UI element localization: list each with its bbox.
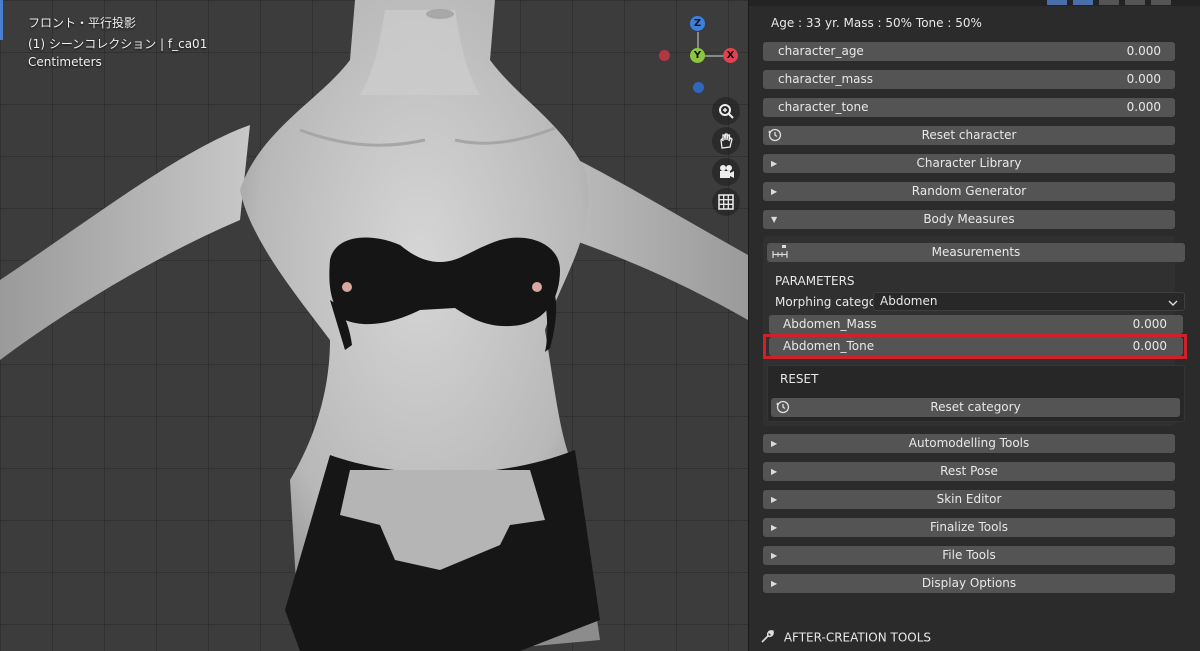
section-file-tools[interactable]: ▶ File Tools [763,546,1175,565]
header-tab[interactable] [1099,0,1119,5]
character-model [0,0,748,651]
wrench-icon [761,630,774,646]
button-label: Reset category [930,400,1021,414]
header-tab[interactable] [1047,0,1067,5]
character-mass-slider[interactable]: character_mass 0.000 [763,70,1175,89]
header-tab[interactable] [1073,0,1093,5]
section-finalize-tools[interactable]: ▶ Finalize Tools [763,518,1175,537]
reset-heading: RESET [780,372,819,386]
after-creation-tools-header[interactable]: AFTER-CREATION TOOLS [761,630,931,646]
button-label: Measurements [931,245,1021,259]
slider-value: 0.000 [1132,339,1167,353]
section-label: Rest Pose [940,464,998,478]
morph-category-label: Morphing categor.. [775,295,888,309]
section-label: Skin Editor [936,492,1002,506]
axis-x-icon[interactable]: X [723,48,738,63]
axis-y-icon[interactable]: Y [690,48,705,63]
abdomen-tone-slider[interactable]: Abdomen_Tone 0.000 [769,337,1183,356]
expand-arrow-icon: ▶ [771,439,778,448]
reset-icon [768,128,782,148]
expand-arrow-icon: ▶ [771,523,778,532]
header-tab[interactable] [1125,0,1145,5]
expand-arrow-icon: ▶ [771,467,778,476]
expand-arrow-icon: ▶ [771,579,778,588]
section-label: AFTER-CREATION TOOLS [783,630,932,645]
section-automodelling-tools[interactable]: ▶ Automodelling Tools [763,434,1175,453]
expand-arrow-icon: ▶ [771,187,778,196]
slider-value: 0.000 [1132,317,1167,331]
expand-arrow-icon: ▶ [771,159,778,168]
section-random-generator[interactable]: ▶ Random Generator [763,182,1175,201]
section-label: Body Measures [923,212,1015,226]
expand-arrow-icon: ▶ [771,495,778,504]
slider-label: character_age [778,44,864,58]
section-character-library[interactable]: ▶ Character Library [763,154,1175,173]
section-label: Automodelling Tools [908,436,1030,450]
camera-icon[interactable] [712,158,740,186]
axis-neg-z-icon[interactable] [693,82,704,93]
header-strip [749,0,1200,6]
section-label: Finalize Tools [929,520,1009,534]
section-label: Display Options [921,576,1017,590]
navigation-gizmo[interactable]: Z Y X [655,14,745,104]
slider-value: 0.000 [1126,100,1161,114]
slider-label: character_mass [778,72,874,86]
select-value: Abdomen [880,294,938,308]
axis-z-icon[interactable]: Z [690,16,705,31]
section-skin-editor[interactable]: ▶ Skin Editor [763,490,1175,509]
slider-label: character_tone [778,100,869,114]
button-label: Reset character [921,128,1017,142]
axis-neg-x-icon[interactable] [659,50,670,61]
reset-icon [776,400,790,420]
abdomen-mass-slider[interactable]: Abdomen_Mass 0.000 [769,315,1183,334]
measurements-button[interactable]: Measurements [767,243,1185,262]
measure-icon [772,245,788,265]
morph-category-select[interactable]: Abdomen [873,292,1185,311]
grid-icon[interactable] [712,188,740,216]
section-display-options[interactable]: ▶ Display Options [763,574,1175,593]
character-info: Age : 33 yr. Mass : 50% Tone : 50% [771,16,982,30]
section-label: File Tools [942,548,996,562]
zoom-icon[interactable] [712,97,740,125]
reset-character-button[interactable]: Reset character [763,126,1175,145]
section-label: Random Generator [911,184,1027,198]
character-tone-slider[interactable]: character_tone 0.000 [763,98,1175,117]
hand-icon[interactable] [712,127,740,155]
slider-value: 0.000 [1126,72,1161,86]
slider-value: 0.000 [1126,44,1161,58]
slider-label: Abdomen_Mass [783,317,877,331]
header-tab[interactable] [1151,0,1171,5]
units-label: Centimeters [28,55,102,69]
parameters-heading: PARAMETERS [775,274,855,288]
section-rest-pose[interactable]: ▶ Rest Pose [763,462,1175,481]
collection-name: (1) シーンコレクション | f_ca01 [28,37,208,51]
active-indicator [0,0,3,40]
section-label: Character Library [916,156,1022,170]
3d-viewport[interactable]: フロント・平行投影 (1) シーンコレクション | f_ca01 Centime… [0,0,748,651]
chevron-down-icon [1168,296,1178,313]
reset-category-button[interactable]: Reset category [771,398,1180,417]
slider-label: Abdomen_Tone [783,339,875,353]
section-body-measures[interactable]: ▼ Body Measures [763,210,1175,229]
properties-panel: Age : 33 yr. Mass : 50% Tone : 50% chara… [748,0,1200,651]
view-name: フロント・平行投影 [28,16,137,30]
collapse-arrow-icon: ▼ [771,215,778,224]
expand-arrow-icon: ▶ [771,551,778,560]
character-age-slider[interactable]: character_age 0.000 [763,42,1175,61]
